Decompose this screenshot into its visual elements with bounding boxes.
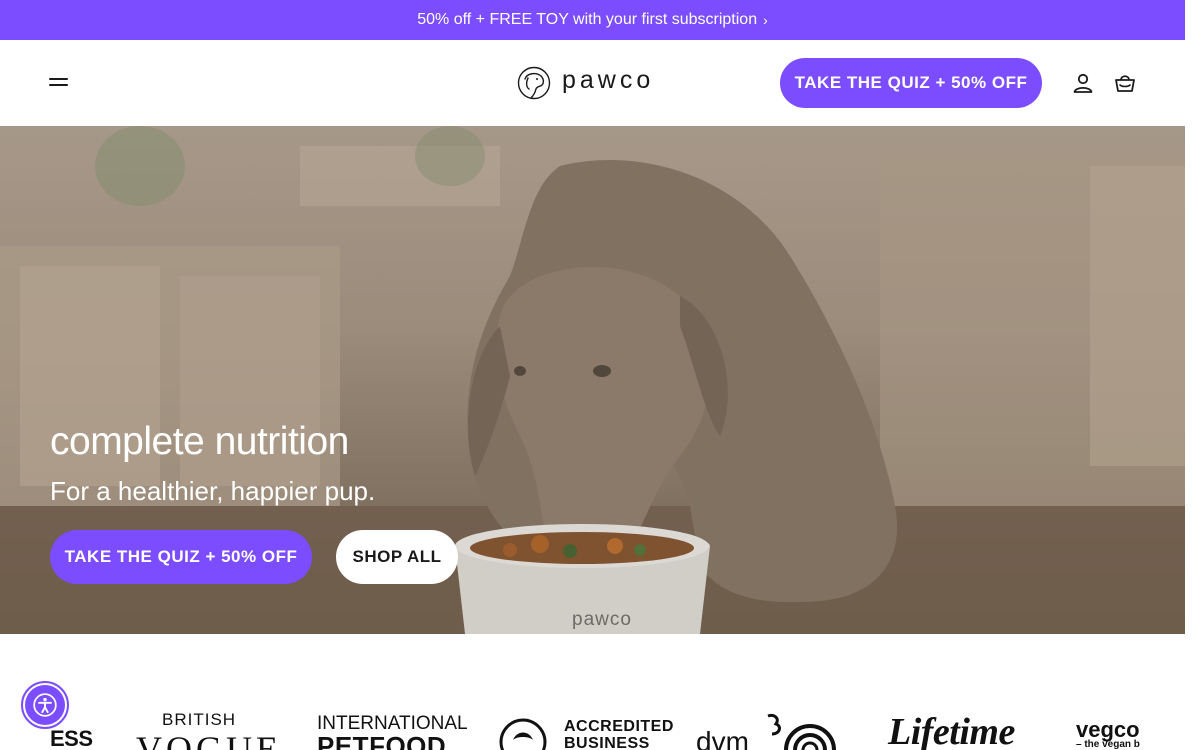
dog-head-logo-icon xyxy=(517,66,551,100)
press-logo-vogue: VOGUE xyxy=(136,729,282,750)
bowl-brand-text: pawco xyxy=(572,609,632,630)
bbb-seal-icon xyxy=(499,718,547,750)
accessibility-button[interactable] xyxy=(21,681,69,729)
hero-banner: complete nutrition For a healthier, happ… xyxy=(0,126,1185,634)
press-logos-strip: ESS BRITISH VOGUE INTERNATIONAL PETFOOD … xyxy=(0,634,1185,750)
press-logo-partial: ESS xyxy=(50,726,93,750)
logo-wordmark: pawco xyxy=(562,65,655,94)
press-logo-lifetime: Lifetime xyxy=(888,711,1015,750)
press-logo-vogue-top: BRITISH xyxy=(162,710,237,729)
site-logo[interactable]: pawco xyxy=(516,65,654,101)
accessibility-person-icon xyxy=(25,685,65,725)
page-scrollbar[interactable] xyxy=(1185,0,1200,750)
chevron-right-icon: › xyxy=(763,12,768,28)
page: 50% off + FREE TOY with your first subsc… xyxy=(0,0,1200,750)
press-logo-bbb-line2: BUSINESS xyxy=(564,735,650,750)
hero-quiz-button[interactable]: TAKE THE QUIZ + 50% OFF xyxy=(50,530,312,584)
header-quiz-button[interactable]: TAKE THE QUIZ + 50% OFF xyxy=(780,58,1042,108)
hero-title: complete nutrition xyxy=(50,420,349,463)
basket-cart-icon[interactable] xyxy=(1113,71,1137,95)
hero-subtitle: For a healthier, happier pup. xyxy=(50,476,376,506)
press-logo-petfood: PETFOOD xyxy=(317,731,447,750)
shop-all-button[interactable]: SHOP ALL xyxy=(336,530,458,584)
press-logo-vegconomist-sub: – the vegan b xyxy=(1076,739,1140,750)
announcement-text[interactable]: 50% off + FREE TOY with your first subsc… xyxy=(417,11,757,29)
site-header: pawco TAKE THE QUIZ + 50% OFF xyxy=(0,40,1185,126)
hamburger-menu-icon[interactable] xyxy=(49,76,69,90)
press-logo-bbb-line1: ACCREDITED xyxy=(564,718,674,735)
announcement-bar[interactable]: 50% off + FREE TOY with your first subsc… xyxy=(0,0,1185,40)
user-account-icon[interactable] xyxy=(1071,71,1095,95)
dvm360-mark-icon xyxy=(767,714,836,750)
